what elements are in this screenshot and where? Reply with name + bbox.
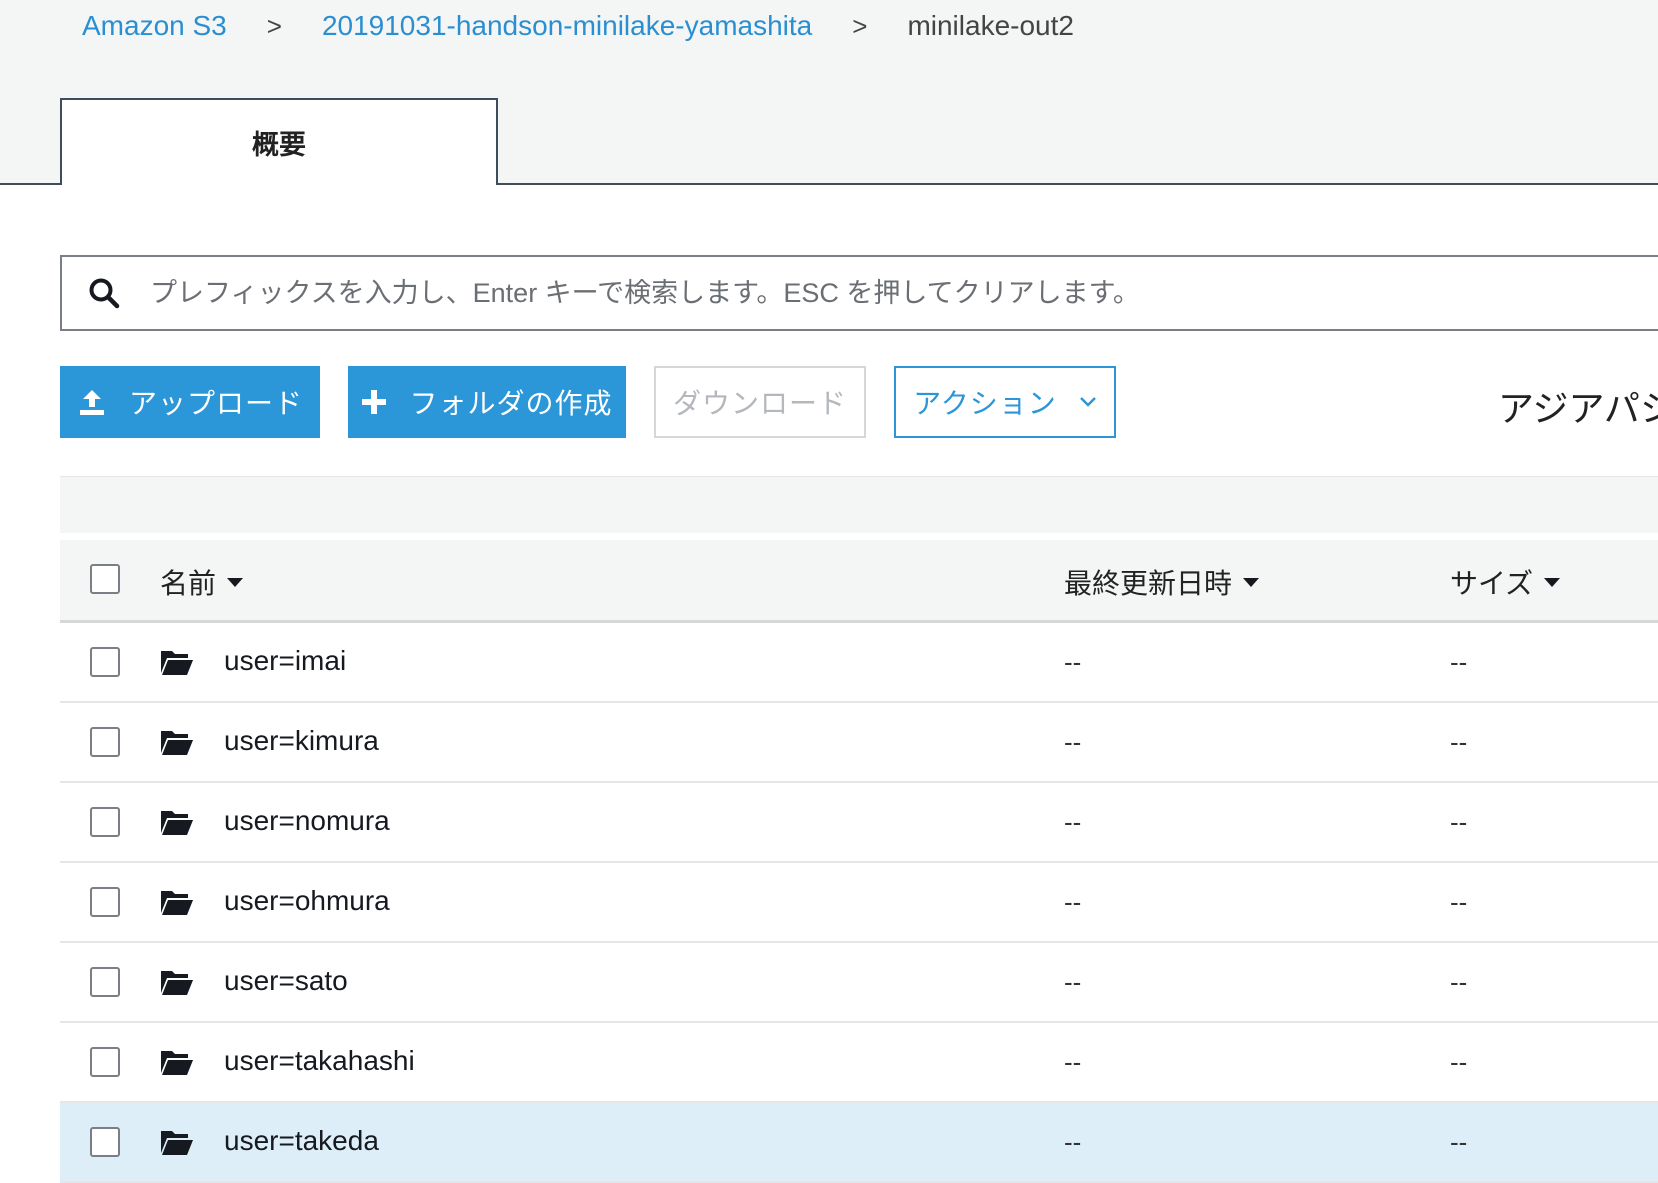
table-row[interactable]: user=takeda -- -- [60, 1103, 1658, 1183]
table-row[interactable]: user=nomura -- -- [60, 783, 1658, 863]
sort-caret-icon [1242, 576, 1260, 588]
breadcrumb-root-link[interactable]: Amazon S3 [82, 10, 227, 42]
breadcrumb: Amazon S3 > 20191031-handson-minilake-ya… [82, 6, 1074, 46]
last-modified-cell: -- [1064, 887, 1082, 917]
row-checkbox[interactable] [90, 647, 120, 677]
upload-button[interactable]: アップロード [60, 366, 320, 438]
last-modified-cell: -- [1064, 967, 1082, 997]
column-header-name-label: 名前 [160, 568, 217, 599]
tab-active-indicator [62, 182, 496, 186]
folder-name-link[interactable]: user=nomura [224, 805, 390, 837]
search-box [60, 255, 1658, 331]
sort-caret-icon [1543, 576, 1561, 588]
size-cell: -- [1450, 887, 1468, 917]
plus-icon [361, 389, 387, 415]
table-row[interactable]: user=takahashi -- -- [60, 1023, 1658, 1103]
folder-icon [160, 727, 194, 757]
row-checkbox[interactable] [90, 1127, 120, 1157]
table-row[interactable]: user=sato -- -- [60, 943, 1658, 1023]
upload-icon [77, 387, 107, 417]
upload-button-label: アップロード [128, 388, 303, 419]
chevron-down-icon [1079, 396, 1097, 408]
folder-icon [160, 647, 194, 677]
row-checkbox[interactable] [90, 727, 120, 757]
folder-icon [160, 887, 194, 917]
table-row[interactable]: user=ohmura -- -- [60, 863, 1658, 943]
folder-icon [160, 1047, 194, 1077]
row-checkbox[interactable] [90, 807, 120, 837]
create-folder-button[interactable]: フォルダの作成 [348, 366, 626, 438]
folder-name-link[interactable]: user=sato [224, 965, 348, 997]
sort-caret-icon [226, 576, 244, 588]
region-label[interactable]: アジアパシ [1498, 380, 1658, 432]
table-row[interactable]: user=kimura -- -- [60, 703, 1658, 783]
actions-dropdown[interactable]: アクション [894, 366, 1116, 438]
select-all-checkbox[interactable] [90, 564, 120, 594]
size-cell: -- [1450, 1127, 1468, 1157]
row-checkbox[interactable] [90, 887, 120, 917]
breadcrumb-bucket-link[interactable]: 20191031-handson-minilake-yamashita [322, 10, 812, 42]
size-cell: -- [1450, 647, 1468, 677]
size-cell: -- [1450, 967, 1468, 997]
chevron-right-icon: > [852, 10, 868, 41]
folder-name-link[interactable]: user=takahashi [224, 1045, 415, 1077]
size-cell: -- [1450, 807, 1468, 837]
size-cell: -- [1450, 1047, 1468, 1077]
column-header-size[interactable]: サイズ [1450, 562, 1561, 602]
create-folder-button-label: フォルダの作成 [409, 388, 613, 419]
search-icon [89, 278, 120, 309]
folder-name-link[interactable]: user=kimura [224, 725, 379, 757]
table-header: 名前 最終更新日時 サイズ [60, 540, 1658, 623]
table-row[interactable]: user=imai -- -- [60, 623, 1658, 703]
last-modified-cell: -- [1064, 647, 1082, 677]
download-button[interactable]: ダウンロード [654, 366, 866, 438]
row-checkbox[interactable] [90, 1047, 120, 1077]
size-cell: -- [1450, 727, 1468, 757]
folder-name-link[interactable]: user=takeda [224, 1125, 379, 1157]
column-header-size-label: サイズ [1450, 568, 1534, 599]
breadcrumb-current: minilake-out2 [907, 10, 1074, 41]
folder-icon [160, 967, 194, 997]
actions-dropdown-label: アクション [913, 388, 1057, 419]
folder-icon [160, 1127, 194, 1157]
download-button-label: ダウンロード [672, 388, 847, 419]
column-header-last-modified-label: 最終更新日時 [1064, 568, 1233, 599]
column-header-last-modified[interactable]: 最終更新日時 [1064, 562, 1260, 602]
tab-overview[interactable]: 概要 [60, 98, 498, 184]
last-modified-cell: -- [1064, 727, 1082, 757]
table-toolbar-strip [60, 476, 1658, 533]
column-header-name[interactable]: 名前 [160, 562, 244, 602]
folder-name-link[interactable]: user=imai [224, 645, 346, 677]
folder-icon [160, 807, 194, 837]
search-input[interactable] [148, 262, 1658, 324]
folder-name-link[interactable]: user=ohmura [224, 885, 390, 917]
last-modified-cell: -- [1064, 1047, 1082, 1077]
row-checkbox[interactable] [90, 967, 120, 997]
chevron-right-icon: > [266, 10, 282, 41]
last-modified-cell: -- [1064, 1127, 1082, 1157]
last-modified-cell: -- [1064, 807, 1082, 837]
